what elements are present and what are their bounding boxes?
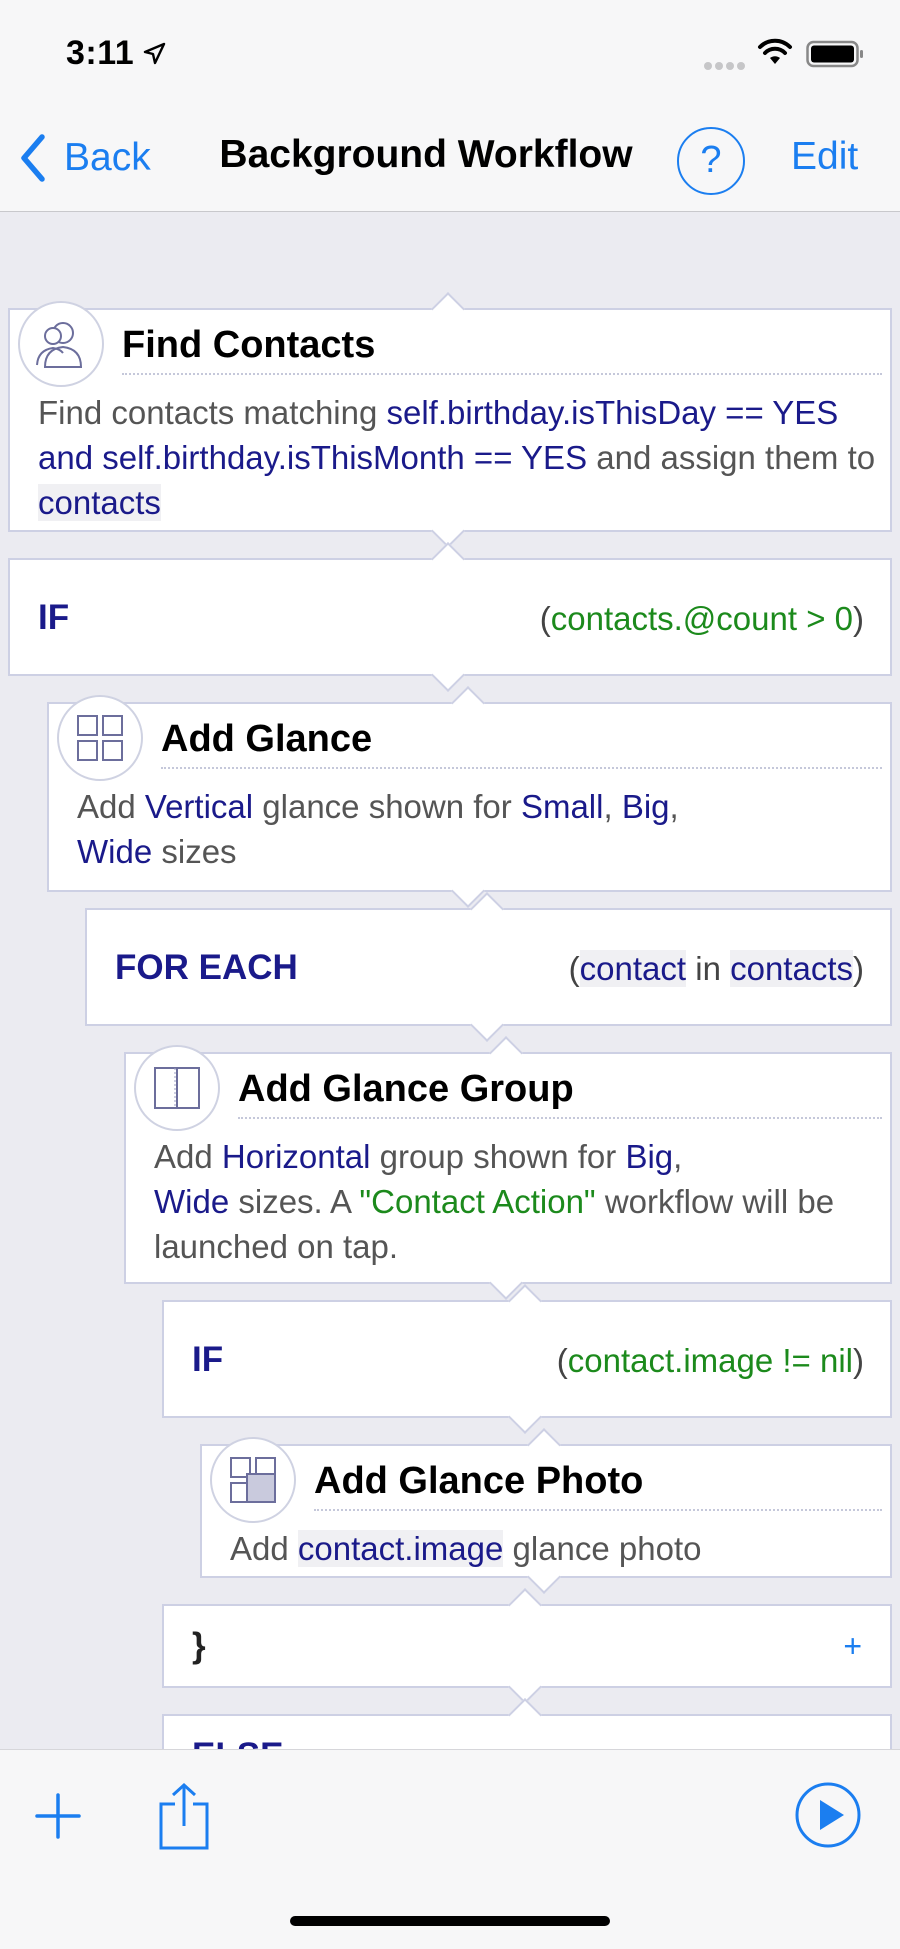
block-description: Add Vertical glance shown for Small, Big… xyxy=(77,788,679,870)
navigation-bar: Back Background Workflow ? Edit xyxy=(0,105,900,212)
workflow-canvas[interactable]: Find Contacts Find contacts matching sel… xyxy=(0,212,900,1749)
status-bar: 3:11 xyxy=(0,0,900,105)
share-icon[interactable] xyxy=(158,1782,210,1850)
block-description: Add contact.image glance photo xyxy=(230,1530,702,1567)
edit-button[interactable]: Edit xyxy=(791,135,858,179)
end-if-block[interactable]: } + xyxy=(162,1588,892,1704)
add-glance-group-block[interactable]: Add Glance Group Add Horizontal group sh… xyxy=(124,1036,892,1300)
find-contacts-block[interactable]: Find Contacts Find contacts matching sel… xyxy=(8,292,892,548)
bottom-toolbar xyxy=(0,1749,900,1949)
variable-token[interactable]: contacts xyxy=(38,484,161,521)
if-block[interactable]: IF (contact.image != nil) xyxy=(162,1284,892,1434)
if-block[interactable]: IF (contacts.@count > 0) xyxy=(8,542,892,692)
for-each-block[interactable]: FOR EACH (contact in contacts) xyxy=(85,892,892,1042)
add-glance-photo-block[interactable]: Add Glance Photo Add contact.image glanc… xyxy=(200,1428,892,1594)
cellular-signal-icon xyxy=(704,57,748,70)
else-label: ELSE xyxy=(192,1736,283,1749)
for-each-label: FOR EACH xyxy=(115,948,298,987)
block-title: Find Contacts xyxy=(122,324,376,366)
block-description: Find contacts matching self.birthday.isT… xyxy=(38,394,876,521)
run-icon[interactable] xyxy=(794,1781,862,1849)
home-indicator[interactable] xyxy=(290,1916,610,1926)
help-button[interactable]: ? xyxy=(677,127,745,195)
add-glance-block[interactable]: Add Glance Add Vertical glance shown for… xyxy=(47,686,892,908)
wifi-icon xyxy=(758,38,792,64)
if-condition[interactable]: (contact.image != nil) xyxy=(557,1342,864,1380)
contacts-icon xyxy=(18,301,104,387)
else-block[interactable]: ELSE xyxy=(162,1698,892,1749)
block-title: Add Glance xyxy=(161,718,373,760)
close-brace: } xyxy=(192,1626,206,1665)
add-icon[interactable] xyxy=(34,1792,82,1840)
block-description: Add Horizontal group shown for Big, Wide… xyxy=(154,1138,835,1265)
location-arrow-icon xyxy=(143,42,166,65)
add-else-button[interactable]: + xyxy=(843,1628,862,1665)
if-label: IF xyxy=(192,1340,224,1379)
block-title: Add Glance Group xyxy=(238,1068,574,1110)
glance-photo-icon xyxy=(210,1437,296,1523)
if-label: IF xyxy=(38,598,70,637)
glance-group-icon xyxy=(134,1045,220,1131)
status-time: 3:11 xyxy=(66,34,135,72)
for-each-condition[interactable]: (contact in contacts) xyxy=(569,950,864,988)
if-condition[interactable]: (contacts.@count > 0) xyxy=(540,600,864,638)
battery-icon xyxy=(806,40,863,68)
block-title: Add Glance Photo xyxy=(314,1460,644,1502)
glance-grid-icon xyxy=(57,695,143,781)
